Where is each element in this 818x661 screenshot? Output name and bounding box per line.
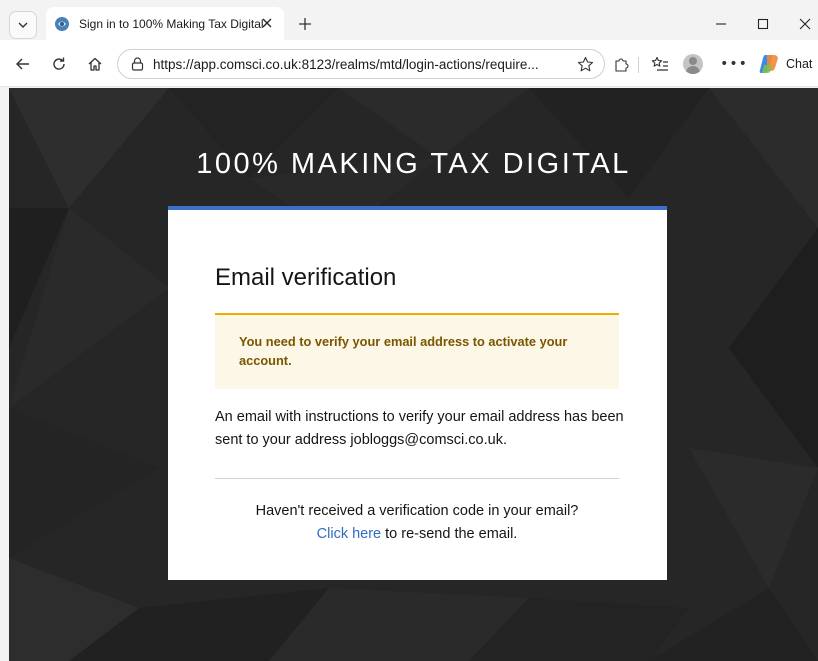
back-button[interactable] xyxy=(12,53,34,75)
warning-alert: You need to verify your email address to… xyxy=(215,313,619,389)
page-viewport: 100% MAKING TAX DIGITAL Email verificati… xyxy=(9,88,818,661)
active-tab[interactable]: Sign in to 100% Making Tax Digital xyxy=(46,7,284,40)
resend-suffix: to re-send the email. xyxy=(381,526,518,542)
tab-actions-menu-button[interactable] xyxy=(9,11,37,39)
star-icon xyxy=(577,56,593,71)
favorites-list-icon xyxy=(651,56,668,71)
instructions-text: An email with instructions to verify you… xyxy=(215,409,624,448)
settings-more-button[interactable]: ••• xyxy=(720,53,747,75)
resend-line: Click here to re-send the email. xyxy=(215,523,619,546)
refresh-button[interactable] xyxy=(48,53,70,75)
arrow-left-icon xyxy=(16,58,29,70)
tab-close-button[interactable] xyxy=(259,15,275,31)
resend-prompt: Haven't received a verification code in … xyxy=(255,503,579,519)
profile-avatar[interactable] xyxy=(683,54,703,74)
site-favicon-icon xyxy=(55,16,69,31)
favorites-button[interactable] xyxy=(649,53,671,75)
copilot-icon xyxy=(759,55,778,73)
new-tab-button[interactable] xyxy=(293,12,317,36)
lock-icon xyxy=(131,57,144,71)
favorite-button[interactable] xyxy=(574,53,596,75)
extensions-button[interactable] xyxy=(610,53,632,75)
tab-title: Sign in to 100% Making Tax Digital xyxy=(79,16,264,31)
toolbar-separator xyxy=(638,57,639,73)
minimize-icon xyxy=(716,23,726,25)
copilot-label: Chat xyxy=(786,57,813,71)
resend-email-link[interactable]: Click here xyxy=(317,526,381,542)
copilot-chat-button[interactable]: Chat xyxy=(758,52,812,76)
site-title: 100% MAKING TAX DIGITAL xyxy=(196,148,631,180)
maximize-icon xyxy=(757,18,769,30)
home-button[interactable] xyxy=(84,53,106,75)
browser-toolbar: https://app.comsci.co.uk:8123/realms/mtd… xyxy=(0,40,818,87)
url-text: https://app.comsci.co.uk:8123/realms/mtd… xyxy=(153,56,539,72)
close-window-button[interactable] xyxy=(793,12,817,36)
chevron-down-icon xyxy=(18,22,28,28)
more-icon: ••• xyxy=(720,56,748,72)
resend-section: Haven't received a verification code in … xyxy=(215,500,619,546)
divider xyxy=(215,478,619,479)
close-icon xyxy=(262,18,272,28)
plus-icon xyxy=(299,18,311,30)
address-bar[interactable]: https://app.comsci.co.uk:8123/realms/mtd… xyxy=(117,49,605,79)
minimize-button[interactable] xyxy=(709,12,733,36)
page-heading: Email verification xyxy=(215,264,397,291)
verification-card: Email verification You need to verify yo… xyxy=(168,206,667,580)
alert-message: You need to verify your email address to… xyxy=(239,334,568,368)
close-icon xyxy=(799,18,811,30)
home-icon xyxy=(88,57,102,71)
tab-strip: Sign in to 100% Making Tax Digital xyxy=(0,0,818,40)
maximize-button[interactable] xyxy=(751,12,775,36)
puzzle-icon xyxy=(614,57,629,72)
refresh-icon xyxy=(53,57,65,70)
